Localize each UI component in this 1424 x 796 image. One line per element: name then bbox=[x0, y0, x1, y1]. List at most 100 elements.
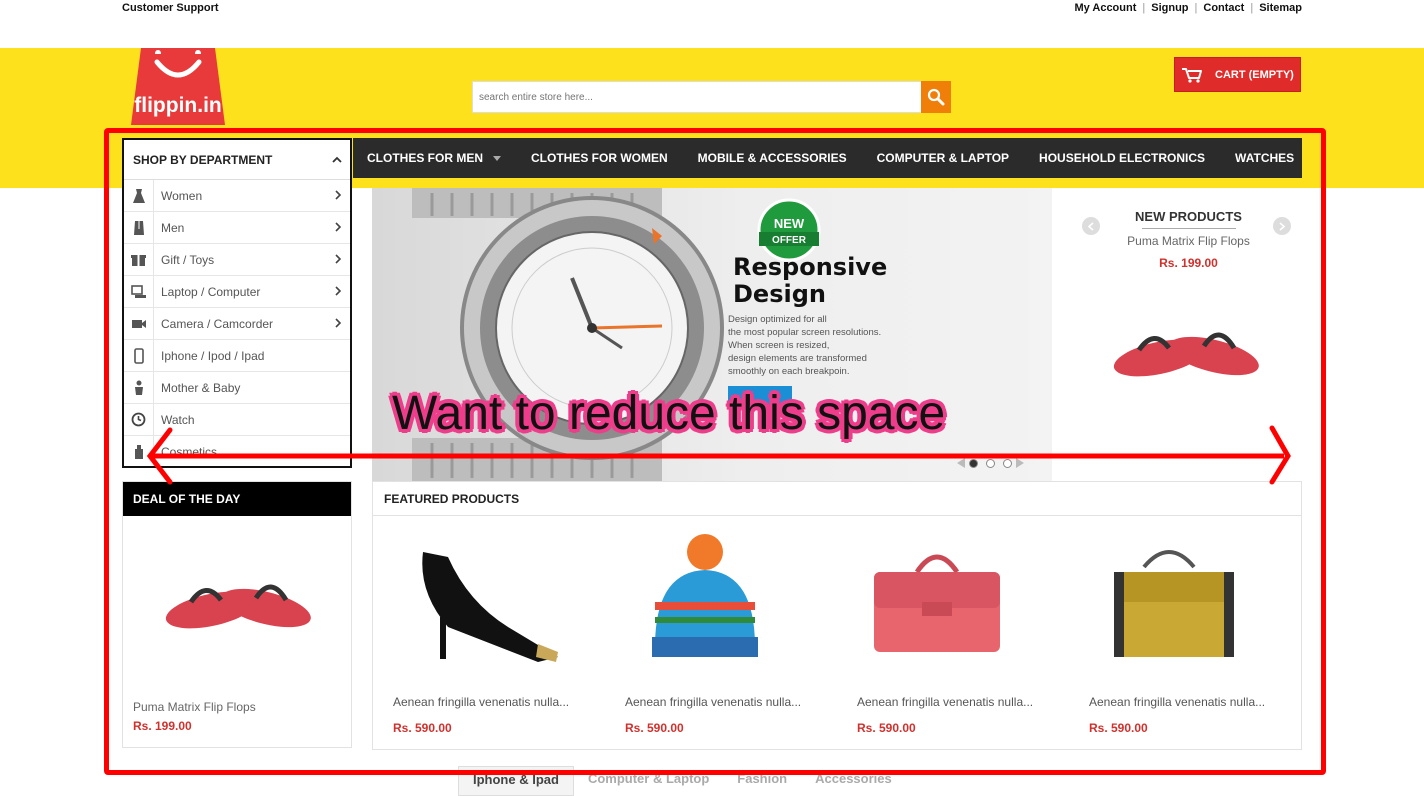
slide-body-line: When screen is resized, bbox=[728, 340, 830, 351]
slider-next-arrow[interactable] bbox=[1016, 458, 1024, 468]
nav-item-clothes-for-men[interactable]: CLOTHES FOR MEN bbox=[367, 151, 501, 165]
chevron-right-icon bbox=[1279, 221, 1285, 231]
slider-dot-1[interactable] bbox=[969, 458, 978, 468]
slider-dot-2[interactable] bbox=[986, 458, 995, 468]
chevron-right-icon bbox=[335, 190, 342, 200]
sidebar-item-cosmetics[interactable]: Cosmetics bbox=[124, 436, 350, 466]
featured-title: FEATURED PRODUCTS bbox=[373, 482, 1301, 516]
account-links: My Account | Signup | Contact | Sitemap bbox=[1074, 2, 1302, 14]
nav-item-watches[interactable]: WATCHES bbox=[1235, 151, 1294, 165]
new-products-panel: NEW PRODUCTS Puma Matrix Flip Flops Rs. … bbox=[1075, 200, 1302, 470]
tab-fashion[interactable]: Fashion bbox=[723, 766, 801, 796]
product-price: Rs. 590.00 bbox=[393, 721, 452, 735]
cart-icon bbox=[1182, 67, 1202, 83]
department-menu: SHOP BY DEPARTMENT Women Men Gift / Toys… bbox=[122, 138, 352, 468]
nav-item-clothes-for-women[interactable]: CLOTHES FOR WOMEN bbox=[531, 151, 668, 165]
sidebar-item-women[interactable]: Women bbox=[124, 180, 350, 212]
sidebar-item-watch[interactable]: Watch bbox=[124, 404, 350, 436]
product-price: Rs. 590.00 bbox=[857, 721, 916, 735]
sidebar-item-label: Watch bbox=[161, 412, 195, 427]
link-separator: | bbox=[1194, 2, 1198, 14]
slider-pagination bbox=[957, 458, 1024, 468]
product-price: Rs. 590.00 bbox=[1089, 721, 1148, 735]
product-card[interactable]: Aenean fringilla venenatis nulla... Rs. … bbox=[1069, 517, 1269, 749]
nav-item-household-electronics[interactable]: HOUSEHOLD ELECTRONICS bbox=[1039, 151, 1205, 165]
search-button[interactable] bbox=[921, 81, 951, 113]
flip-flops-image[interactable] bbox=[161, 570, 321, 650]
sidebar-item-laptop-computer[interactable]: Laptop / Computer bbox=[124, 276, 350, 308]
featured-product-list: Aenean fringilla venenatis nulla... Rs. … bbox=[373, 517, 1303, 749]
category-tabs: Iphone & Ipad Computer & Laptop Fashion … bbox=[458, 766, 906, 796]
search-bar bbox=[472, 81, 951, 113]
computer-icon bbox=[130, 284, 146, 298]
contact-link[interactable]: Contact bbox=[1203, 2, 1244, 14]
cart-button[interactable]: CART (EMPTY) bbox=[1174, 57, 1301, 92]
sidebar-item-gift-toys[interactable]: Gift / Toys bbox=[124, 244, 350, 276]
chevron-down-icon bbox=[493, 155, 501, 161]
deal-title: DEAL OF THE DAY bbox=[123, 482, 351, 516]
sidebar-item-mother-baby[interactable]: Mother & Baby bbox=[124, 372, 350, 404]
high-heel-image bbox=[422, 552, 558, 662]
slider-prev-arrow[interactable] bbox=[957, 458, 965, 468]
new-product-name[interactable]: Puma Matrix Flip Flops bbox=[1075, 234, 1302, 248]
camcorder-icon bbox=[131, 319, 146, 328]
site-logo[interactable]: flippin.in bbox=[131, 48, 225, 125]
bottle-icon bbox=[134, 444, 143, 459]
slide-body-line: the most popular screen resolutions. bbox=[728, 327, 882, 338]
badge-line1: NEW bbox=[774, 216, 805, 231]
featured-products: FEATURED PRODUCTS Aenean fringilla venen… bbox=[372, 481, 1302, 750]
slide-body: Design optimized for all the most popula… bbox=[728, 313, 908, 378]
my-account-link[interactable]: My Account bbox=[1074, 2, 1136, 14]
cart-label: CART (EMPTY) bbox=[1215, 68, 1294, 81]
satchel-image bbox=[874, 554, 1000, 652]
page: Customer Support My Account | Signup | C… bbox=[0, 0, 1424, 796]
department-menu-title: SHOP BY DEPARTMENT bbox=[133, 152, 273, 167]
sidebar-item-label: Cosmetics bbox=[161, 444, 218, 459]
search-icon bbox=[927, 88, 945, 106]
sitemap-link[interactable]: Sitemap bbox=[1259, 2, 1302, 14]
tab-accessories[interactable]: Accessories bbox=[801, 766, 906, 796]
sidebar-item-men[interactable]: Men bbox=[124, 212, 350, 244]
new-products-prev-button[interactable] bbox=[1082, 217, 1100, 235]
slide-body-line: smoothly on each breakpoin. bbox=[728, 366, 850, 377]
phone-icon bbox=[133, 347, 144, 364]
slide-title: Responsive Design bbox=[733, 254, 887, 308]
product-card[interactable]: Aenean fringilla venenatis nulla... Rs. … bbox=[373, 517, 573, 749]
sidebar-item-camera-camcorder[interactable]: Camera / Camcorder bbox=[124, 308, 350, 340]
deal-product-name[interactable]: Puma Matrix Flip Flops bbox=[133, 700, 256, 714]
nav-label: CLOTHES FOR MEN bbox=[367, 151, 483, 165]
slide-title-line2: Design bbox=[733, 280, 826, 308]
logo-text: flippin.in bbox=[134, 94, 221, 117]
sidebar-item-label: Iphone / Ipod / Ipad bbox=[161, 348, 265, 363]
product-name: Aenean fringilla venenatis nulla... bbox=[625, 695, 802, 709]
sidebar-item-label: Gift / Toys bbox=[161, 252, 215, 267]
product-name: Aenean fringilla venenatis nulla... bbox=[857, 695, 1034, 709]
nav-item-computer-laptop[interactable]: COMPUTER & LAPTOP bbox=[877, 151, 1009, 165]
product-price: Rs. 590.00 bbox=[625, 721, 684, 735]
baby-icon bbox=[134, 380, 143, 395]
sidebar-item-label: Laptop / Computer bbox=[161, 284, 261, 299]
new-product-price: Rs. 199.00 bbox=[1159, 256, 1218, 270]
sidebar-item-iphone-ipod-ipad[interactable]: Iphone / Ipod / Ipad bbox=[124, 340, 350, 372]
signup-link[interactable]: Signup bbox=[1151, 2, 1188, 14]
slider-dot-3[interactable] bbox=[1003, 458, 1012, 468]
new-products-next-button[interactable] bbox=[1273, 217, 1291, 235]
product-card[interactable]: Aenean fringilla venenatis nulla... Rs. … bbox=[837, 517, 1037, 749]
product-name: Aenean fringilla venenatis nulla... bbox=[1089, 695, 1266, 709]
chevron-up-icon bbox=[332, 156, 342, 163]
chevron-right-icon bbox=[335, 318, 342, 328]
customer-support-link[interactable]: Customer Support bbox=[122, 2, 219, 14]
product-card[interactable]: Aenean fringilla venenatis nulla... Rs. … bbox=[605, 517, 805, 749]
gift-icon bbox=[131, 255, 146, 266]
flip-flops-image[interactable] bbox=[1109, 318, 1269, 398]
handbag-image bbox=[1114, 550, 1234, 657]
tab-iphone-ipad[interactable]: Iphone & Ipad bbox=[458, 766, 574, 796]
chevron-right-icon bbox=[335, 254, 342, 264]
title-underline bbox=[1141, 228, 1236, 229]
search-input[interactable] bbox=[472, 81, 921, 113]
tab-computer-laptop[interactable]: Computer & Laptop bbox=[574, 766, 723, 796]
nav-item-mobile-accessories[interactable]: MOBILE & ACCESSORIES bbox=[698, 151, 847, 165]
chevron-right-icon bbox=[335, 222, 342, 232]
department-menu-header[interactable]: SHOP BY DEPARTMENT bbox=[124, 140, 350, 180]
chevron-right-icon bbox=[335, 286, 342, 296]
